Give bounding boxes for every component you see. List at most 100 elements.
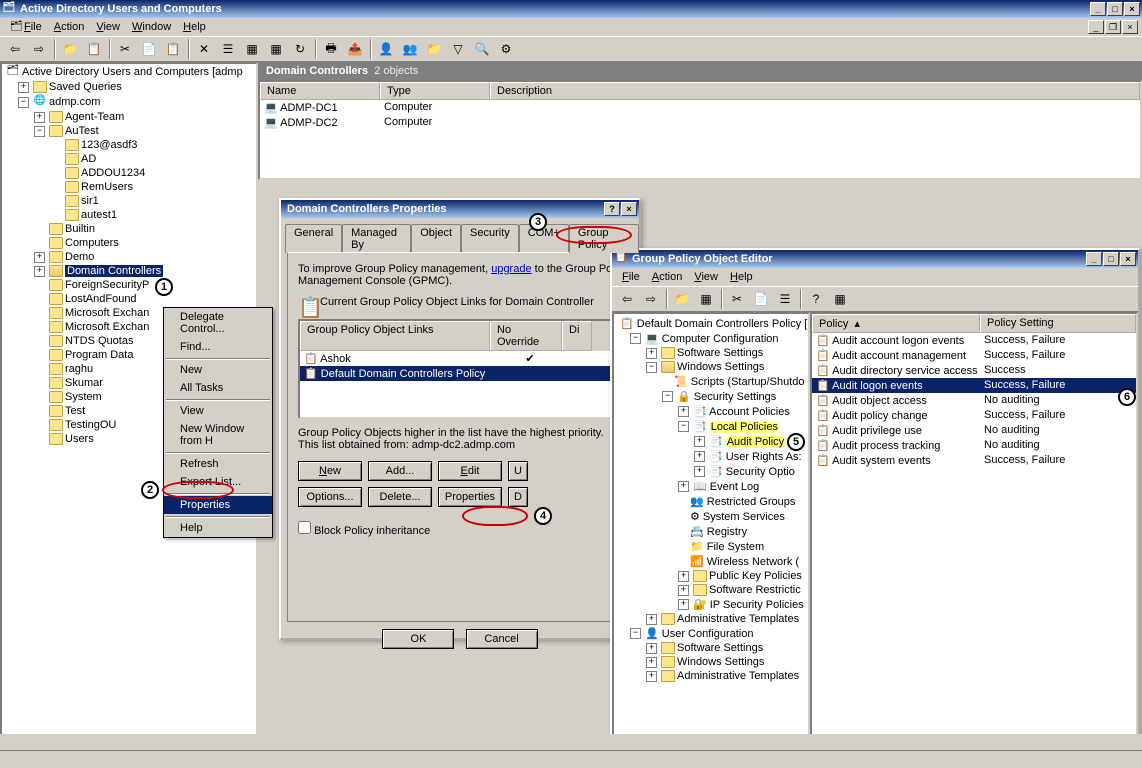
ctx-help[interactable]: Help: [164, 519, 272, 537]
tab-grouppolicy[interactable]: Group Policy: [569, 224, 639, 253]
btn-properties[interactable]: Properties: [438, 487, 502, 507]
gpe-menu-file[interactable]: File: [616, 270, 646, 284]
mdi-close[interactable]: ×: [1122, 20, 1138, 34]
tree-item[interactable]: sir1: [2, 194, 256, 208]
gp-col-noover[interactable]: No Override: [490, 321, 562, 351]
group-button[interactable]: 👥: [399, 38, 421, 60]
menu-action[interactable]: Action: [48, 20, 91, 34]
tree-item[interactable]: Computers: [2, 236, 256, 250]
misc-button[interactable]: ⚙: [495, 38, 517, 60]
btn-ok[interactable]: OK: [382, 629, 454, 649]
ctx-newwindow[interactable]: New Window from H: [164, 420, 272, 450]
gpe-tree-pane[interactable]: 📋 Default Domain Controllers Policy [−💻 …: [612, 312, 810, 746]
tree-item[interactable]: + Domain Controllers: [2, 264, 256, 278]
gpe-menu-action[interactable]: Action: [646, 270, 689, 284]
minimize-button[interactable]: _: [1090, 2, 1106, 16]
help-button[interactable]: ?: [604, 202, 620, 216]
gpe-up[interactable]: 📁: [671, 288, 693, 310]
gpe-fwd[interactable]: ⇨: [640, 288, 662, 310]
btn-cancel[interactable]: Cancel: [466, 629, 538, 649]
policy-row[interactable]: 📋 Audit privilege useNo auditing: [812, 423, 1136, 438]
tab-general[interactable]: General: [285, 224, 342, 253]
col-desc[interactable]: Description: [490, 82, 1140, 100]
expander[interactable]: −: [34, 126, 45, 137]
policy-row[interactable]: 📋 Audit account managementSuccess, Failu…: [812, 348, 1136, 363]
expander[interactable]: +: [34, 266, 45, 277]
block-inheritance-checkbox[interactable]: [298, 521, 311, 534]
tree-item[interactable]: ADDOU1234: [2, 166, 256, 180]
menu-window[interactable]: Window: [126, 20, 177, 34]
policy-row[interactable]: 📋 Audit system eventsSuccess, Failure: [812, 453, 1136, 468]
gpe-maximize[interactable]: □: [1103, 252, 1119, 266]
tree-root[interactable]: Active Directory Users and Computers [ad…: [22, 66, 243, 78]
policy-row[interactable]: 📋 Audit process trackingNo auditing: [812, 438, 1136, 453]
menu-help[interactable]: Help: [177, 20, 212, 34]
gpe-menu-help[interactable]: Help: [724, 270, 759, 284]
gp-col-links[interactable]: Group Policy Object Links: [300, 321, 490, 351]
ctx-alltasks[interactable]: All Tasks: [164, 379, 272, 397]
tree-item[interactable]: 123@asdf3: [2, 138, 256, 152]
gpe-copy[interactable]: 📄: [750, 288, 772, 310]
menu-view[interactable]: View: [90, 20, 126, 34]
gpe-help[interactable]: ?: [805, 288, 827, 310]
ctx-properties[interactable]: Properties: [164, 496, 272, 514]
gpe-menu-view[interactable]: View: [688, 270, 724, 284]
policy-row[interactable]: 📋 Audit policy changeSuccess, Failure: [812, 408, 1136, 423]
find-button[interactable]: 🔍: [471, 38, 493, 60]
ctx-refresh[interactable]: Refresh: [164, 455, 272, 473]
tree-item[interactable]: autest1: [2, 208, 256, 222]
col-type[interactable]: Type: [380, 82, 490, 100]
tree-item[interactable]: + Agent-Team: [2, 110, 256, 124]
col-name[interactable]: Name: [260, 82, 380, 100]
menu-file[interactable]: File: [18, 20, 48, 34]
ctx-find[interactable]: Find...: [164, 338, 272, 356]
tree-item[interactable]: RemUsers: [2, 180, 256, 194]
btn-new[interactable]: New: [298, 461, 362, 481]
content-list[interactable]: Name Type Description 💻 ADMP-DC1Computer…: [258, 80, 1142, 180]
expander[interactable]: +: [34, 112, 45, 123]
expander[interactable]: +: [34, 252, 45, 263]
paste-button[interactable]: 📋: [162, 38, 184, 60]
user-button[interactable]: 👤: [375, 38, 397, 60]
btn-delete[interactable]: Delete...: [368, 487, 432, 507]
policy-row[interactable]: 📋 Audit object accessNo auditing: [812, 393, 1136, 408]
tree-item[interactable]: AD: [2, 152, 256, 166]
gpe-minimize[interactable]: _: [1086, 252, 1102, 266]
tab-object[interactable]: Object: [411, 224, 461, 253]
policy-row[interactable]: 📋 Audit logon eventsSuccess, Failure: [812, 378, 1136, 393]
ctx-new[interactable]: New: [164, 361, 272, 379]
btn-edit[interactable]: Edit: [438, 461, 502, 481]
btn-options[interactable]: Options...: [298, 487, 362, 507]
ctx-delegate[interactable]: Delegate Control...: [164, 308, 272, 338]
mdi-minimize[interactable]: _: [1088, 20, 1104, 34]
delete-button[interactable]: ✕: [193, 38, 215, 60]
gpe-col-policy[interactable]: Policy ▴: [812, 314, 980, 333]
cut-button[interactable]: ✂: [114, 38, 136, 60]
gpe-policy-pane[interactable]: Policy ▴ Policy Setting 📋 Audit account …: [810, 312, 1138, 746]
ctx-export[interactable]: Export List...: [164, 473, 272, 491]
gpe-ext[interactable]: ▦: [829, 288, 851, 310]
tool-button2[interactable]: ▦: [265, 38, 287, 60]
show-button[interactable]: 📋: [83, 38, 105, 60]
ctx-view[interactable]: View: [164, 402, 272, 420]
properties-button[interactable]: ☰: [217, 38, 239, 60]
tree-item[interactable]: Builtin: [2, 222, 256, 236]
tab-security[interactable]: Security: [461, 224, 519, 253]
upgrade-link[interactable]: upgrade: [491, 263, 531, 275]
list-row[interactable]: 💻 ADMP-DC2Computer: [260, 115, 1140, 130]
gp-row[interactable]: 📋 Default Domain Controllers Policy: [300, 366, 620, 381]
mdi-restore[interactable]: ❐: [1105, 20, 1121, 34]
btn-add[interactable]: Add...: [368, 461, 432, 481]
gpe-tree[interactable]: ▦: [695, 288, 717, 310]
copy-button[interactable]: 📄: [138, 38, 160, 60]
policy-row[interactable]: 📋 Audit directory service accessSuccess: [812, 363, 1136, 378]
tree-item[interactable]: − AuTest: [2, 124, 256, 138]
dialog-close[interactable]: ×: [621, 202, 637, 216]
ou-button[interactable]: 📁: [423, 38, 445, 60]
tab-managedby[interactable]: Managed By: [342, 224, 411, 253]
scrollbar[interactable]: [0, 734, 1142, 750]
back-button[interactable]: ⇦: [4, 38, 26, 60]
close-button[interactable]: ×: [1124, 2, 1140, 16]
gpe-col-setting[interactable]: Policy Setting: [980, 314, 1136, 333]
up-button[interactable]: 📁: [59, 38, 81, 60]
